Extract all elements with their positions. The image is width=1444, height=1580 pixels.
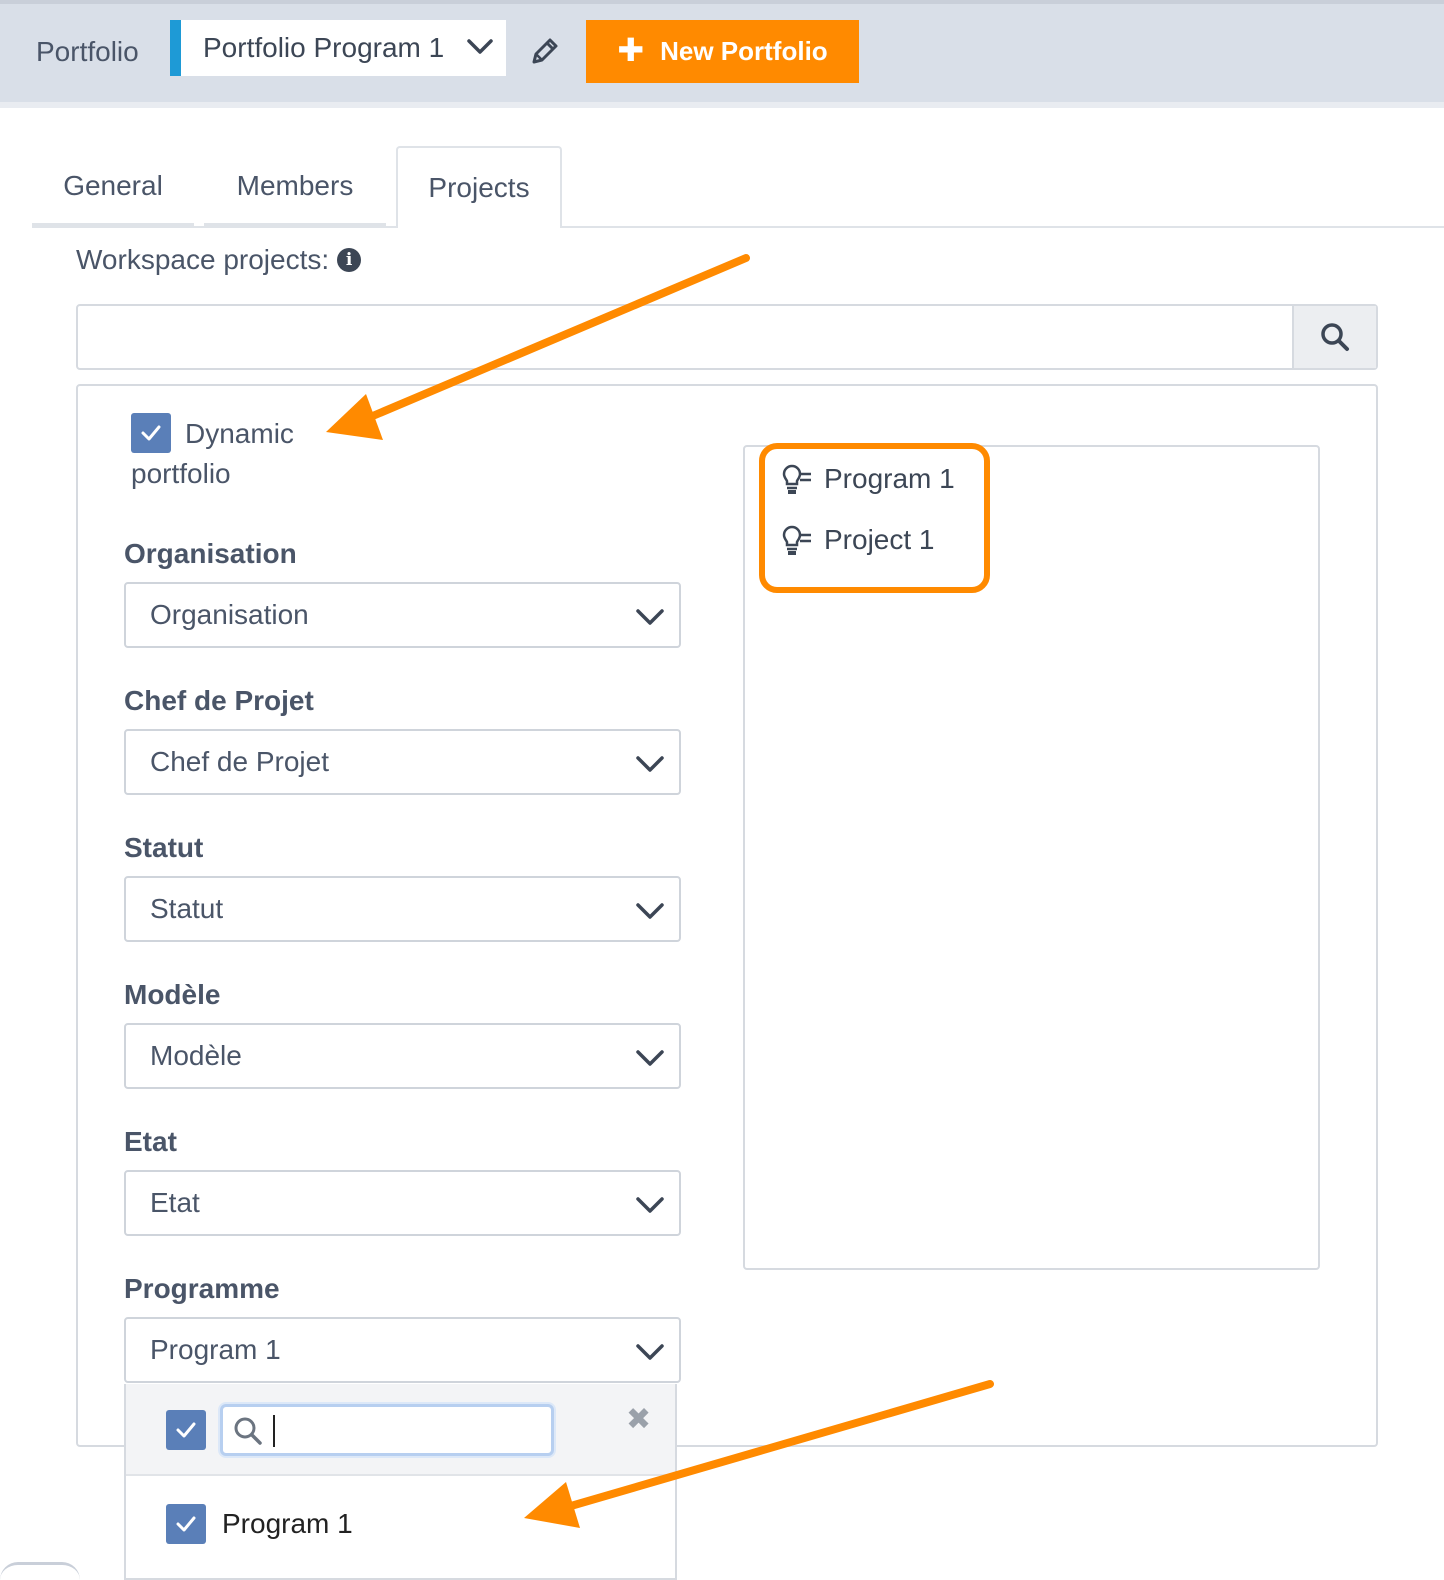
portfolio-selector[interactable]: Portfolio Program 1 (170, 20, 506, 76)
select-all-checkbox[interactable] (166, 1410, 206, 1450)
chevron-down-icon (636, 903, 664, 919)
chef-de-projet-label: Chef de Projet (124, 685, 314, 716)
search-button[interactable] (1292, 306, 1376, 368)
etat-select-value: Etat (150, 1187, 200, 1218)
bottom-edge-element (0, 1562, 80, 1580)
programme-select-value: Program 1 (150, 1334, 281, 1365)
chef-de-projet-select[interactable]: Chef de Projet (124, 729, 681, 795)
organisation-select[interactable]: Organisation (124, 582, 681, 648)
close-icon[interactable]: ✖ (626, 1402, 651, 1437)
tab-members-label: Members (236, 170, 354, 201)
dropdown-search-input[interactable] (220, 1404, 554, 1456)
top-bar-shadow (0, 102, 1444, 108)
new-portfolio-button[interactable]: ✚ New Portfolio (586, 20, 859, 83)
highlight-box (759, 443, 990, 593)
statut-select-value: Statut (150, 893, 224, 924)
tab-projects-label: Projects (428, 172, 530, 203)
tab-projects[interactable]: Projects (396, 146, 562, 228)
modele-select-value: Modèle (150, 1040, 242, 1071)
chevron-down-icon (636, 1344, 664, 1360)
etat-label: Etat (124, 1126, 177, 1157)
check-icon (176, 1422, 196, 1438)
program-1-option-label[interactable]: Program 1 (222, 1508, 353, 1540)
info-circle-icon[interactable]: i (337, 248, 362, 272)
programme-label: Programme (124, 1273, 280, 1304)
programme-select[interactable]: Program 1 (124, 1317, 681, 1383)
modele-select[interactable]: Modèle (124, 1023, 681, 1089)
modele-label: Modèle (124, 979, 221, 1010)
chevron-down-icon (636, 1050, 664, 1066)
new-portfolio-label: New Portfolio (660, 36, 828, 66)
organisation-select-value: Organisation (150, 599, 309, 630)
tabs-divider (32, 226, 1444, 228)
text-cursor (273, 1415, 275, 1447)
plus-icon: ✚ (617, 32, 645, 68)
chef-de-projet-select-value: Chef de Projet (150, 746, 329, 777)
tab-members[interactable]: Members (204, 146, 386, 226)
programme-dropdown-menu: ✖ (124, 1384, 677, 1580)
etat-select[interactable]: Etat (124, 1170, 681, 1236)
portfolio-label: Portfolio (36, 36, 139, 67)
portfolio-selector-value: Portfolio Program 1 (203, 32, 445, 63)
workspace-projects-label: Workspace projects: i (76, 244, 362, 276)
statut-select[interactable]: Statut (124, 876, 681, 942)
edit-pencil-icon[interactable] (528, 34, 562, 68)
chevron-down-icon (636, 756, 664, 772)
chevron-down-icon (467, 39, 493, 54)
workspace-projects-text: Workspace projects: (76, 244, 330, 275)
statut-label: Statut (124, 832, 204, 863)
chevron-down-icon (636, 609, 664, 625)
tab-general-label: General (63, 170, 163, 201)
search-icon (1321, 323, 1349, 351)
organisation-label: Organisation (124, 538, 297, 569)
dynamic-portfolio-label: Dynamic portfolio (131, 418, 294, 489)
chevron-down-icon (636, 1197, 664, 1213)
program-1-option-checkbox[interactable] (166, 1504, 206, 1544)
check-icon (176, 1516, 196, 1532)
tab-general[interactable]: General (32, 146, 194, 226)
workspace-search-input[interactable] (76, 304, 1378, 370)
search-icon (234, 1417, 262, 1445)
dropdown-header: ✖ (126, 1384, 675, 1476)
